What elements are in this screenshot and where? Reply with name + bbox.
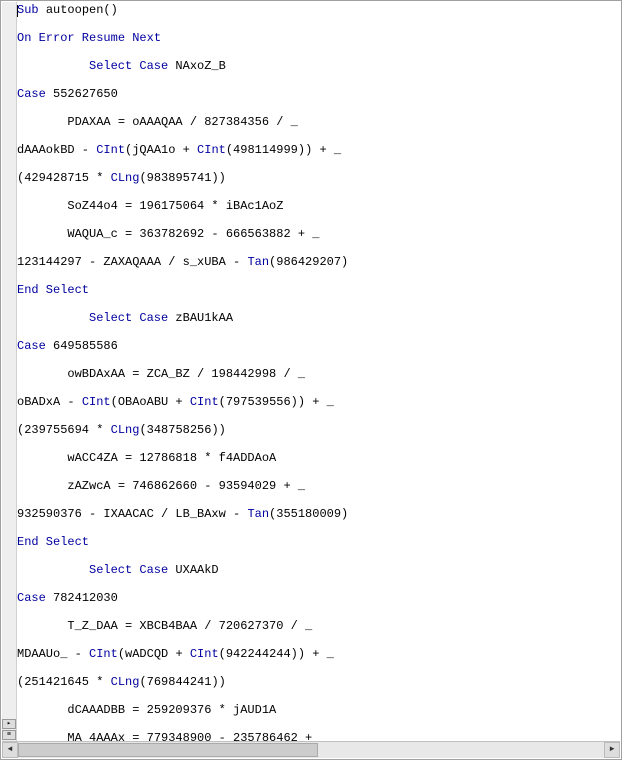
- code-token: (498114999)) + _: [226, 143, 341, 157]
- code-token: 782412030: [53, 591, 118, 605]
- code-token: dCAAADBB = 259209376 * jAUD1A: [67, 703, 276, 717]
- code-token: (986429207): [269, 255, 348, 269]
- code-line: T_Z_DAA = XBCB4BAA / 720627370 / _: [17, 619, 620, 633]
- code-token: (OBAoABU +: [111, 395, 190, 409]
- view-mode-button-1[interactable]: ▸: [2, 719, 16, 729]
- scrollbar-thumb[interactable]: [18, 743, 318, 757]
- code-line: PDAXAA = oAAAQAA / 827384356 / _: [17, 115, 620, 129]
- code-token: oBADxA -: [17, 395, 82, 409]
- view-mode-button-2[interactable]: ≡: [2, 730, 16, 740]
- code-token: autoopen(): [46, 3, 118, 17]
- code-token: (942244244)) + _: [219, 647, 334, 661]
- code-token: wACC4ZA = 12786818 * f4ADDAoA: [67, 451, 276, 465]
- keyword-token: Tan: [247, 507, 269, 521]
- code-token: (jQAA1o +: [125, 143, 197, 157]
- keyword-token: CInt: [197, 143, 226, 157]
- code-line: 932590376 - IXAACAC / LB_BAxw - Tan(3551…: [17, 507, 620, 521]
- editor-margin: ▸ ≡: [2, 2, 17, 741]
- code-line: On Error Resume Next: [17, 31, 620, 45]
- code-token: UXAAkD: [175, 563, 218, 577]
- keyword-token: CInt: [190, 647, 219, 661]
- code-token: 932590376 - IXAACAC / LB_BAxw -: [17, 507, 247, 521]
- code-token: WAQUA_c = 363782692 - 666563882 + _: [67, 227, 319, 241]
- code-line: (239755694 * CLng(348758256)): [17, 423, 620, 437]
- code-token: (769844241)): [139, 675, 225, 689]
- code-token: (429428715 *: [17, 171, 111, 185]
- code-line: (429428715 * CLng(983895741)): [17, 171, 620, 185]
- code-token: (797539556)) + _: [219, 395, 334, 409]
- code-line: oBADxA - CInt(OBAoABU + CInt(797539556))…: [17, 395, 620, 409]
- code-token: zAZwcA = 746862660 - 93594029 + _: [67, 479, 305, 493]
- keyword-token: Sub: [17, 3, 46, 17]
- code-token: 649585586: [53, 339, 118, 353]
- code-line: owBDAxAA = ZCA_BZ / 198442998 / _: [17, 367, 620, 381]
- code-token: (355180009): [269, 507, 348, 521]
- code-line: MA_4AAAx = 779348900 - 235786462 + _: [17, 731, 620, 741]
- keyword-token: Select Case: [89, 563, 175, 577]
- scroll-right-button[interactable]: ►: [604, 742, 620, 758]
- code-token: (983895741)): [139, 171, 225, 185]
- code-token: SoZ44o4 = 196175064 * iBAc1AoZ: [67, 199, 283, 213]
- keyword-token: CLng: [111, 171, 140, 185]
- horizontal-scrollbar[interactable]: ◄ ►: [2, 741, 620, 758]
- keyword-token: Select Case: [89, 59, 175, 73]
- code-line: End Select: [17, 283, 620, 297]
- code-line: SoZ44o4 = 196175064 * iBAc1AoZ: [17, 199, 620, 213]
- code-token: (239755694 *: [17, 423, 111, 437]
- code-editor: ▸ ≡ Sub autoopen() On Error Resume Next …: [0, 0, 622, 760]
- code-line: Select Case UXAAkD: [17, 563, 620, 577]
- scroll-left-button[interactable]: ◄: [2, 742, 18, 758]
- keyword-token: Case: [17, 87, 53, 101]
- code-line: MDAAUo_ - CInt(wADCQD + CInt(942244244))…: [17, 647, 620, 661]
- code-line: Sub autoopen(): [17, 3, 620, 17]
- keyword-token: CInt: [82, 395, 111, 409]
- scrollbar-track[interactable]: [18, 742, 604, 758]
- code-line: dAAAokBD - CInt(jQAA1o + CInt(498114999)…: [17, 143, 620, 157]
- keyword-token: CLng: [111, 423, 140, 437]
- code-token: NAxoZ_B: [175, 59, 225, 73]
- code-line: Case 782412030: [17, 591, 620, 605]
- code-token: MDAAUo_ -: [17, 647, 89, 661]
- code-line: (251421645 * CLng(769844241)): [17, 675, 620, 689]
- code-line: Select Case zBAU1kAA: [17, 311, 620, 325]
- keyword-token: Tan: [247, 255, 269, 269]
- keyword-token: Case: [17, 339, 53, 353]
- keyword-token: Case: [17, 591, 53, 605]
- keyword-token: Select Case: [89, 311, 175, 325]
- code-token: 123144297 - ZAXAQAAA / s_xUBA -: [17, 255, 247, 269]
- code-line: Case 552627650: [17, 87, 620, 101]
- keyword-token: End Select: [17, 283, 89, 297]
- keyword-token: CInt: [96, 143, 125, 157]
- code-line: Select Case NAxoZ_B: [17, 59, 620, 73]
- keyword-token: End Select: [17, 535, 89, 549]
- keyword-token: CInt: [190, 395, 219, 409]
- code-token: T_Z_DAA = XBCB4BAA / 720627370 / _: [67, 619, 312, 633]
- code-token: zBAU1kAA: [175, 311, 233, 325]
- code-line: End Select: [17, 535, 620, 549]
- code-token: MA_4AAAx = 779348900 - 235786462 + _: [67, 731, 326, 741]
- code-text-area[interactable]: Sub autoopen() On Error Resume Next Sele…: [17, 3, 620, 741]
- code-token: (348758256)): [139, 423, 225, 437]
- keyword-token: CInt: [89, 647, 118, 661]
- code-token: 552627650: [53, 87, 118, 101]
- code-token: dAAAokBD -: [17, 143, 96, 157]
- code-token: (wADCQD +: [118, 647, 190, 661]
- code-token: (251421645 *: [17, 675, 111, 689]
- code-line: zAZwcA = 746862660 - 93594029 + _: [17, 479, 620, 493]
- code-line: dCAAADBB = 259209376 * jAUD1A: [17, 703, 620, 717]
- code-line: wACC4ZA = 12786818 * f4ADDAoA: [17, 451, 620, 465]
- code-token: PDAXAA = oAAAQAA / 827384356 / _: [67, 115, 297, 129]
- code-token: owBDAxAA = ZCA_BZ / 198442998 / _: [67, 367, 305, 381]
- keyword-token: CLng: [111, 675, 140, 689]
- code-line: 123144297 - ZAXAQAAA / s_xUBA - Tan(9864…: [17, 255, 620, 269]
- keyword-token: On Error Resume Next: [17, 31, 161, 45]
- code-line: Case 649585586: [17, 339, 620, 353]
- code-line: WAQUA_c = 363782692 - 666563882 + _: [17, 227, 620, 241]
